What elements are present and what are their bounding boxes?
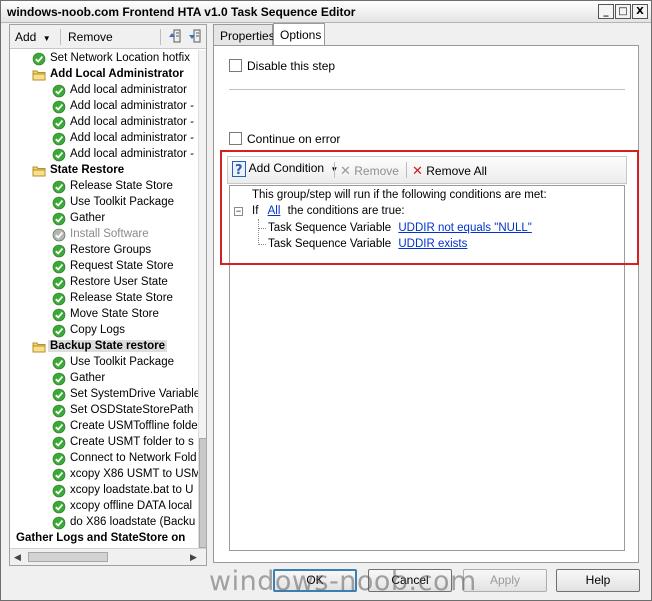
- folder-icon: [32, 342, 46, 353]
- toolbar-separator: [60, 29, 61, 45]
- check-icon: [52, 484, 66, 498]
- folder-icon: [32, 70, 46, 81]
- conditions-highlight-box: [220, 150, 639, 265]
- tree-item-label: Add local administrator -: [70, 116, 194, 128]
- window-title: windows-noob.com Frontend HTA v1.0 Task …: [7, 5, 356, 19]
- check-icon: [52, 308, 66, 322]
- tree-item-label: Copy Logs: [70, 324, 125, 336]
- scroll-right-arrow-icon[interactable]: ▶: [190, 552, 197, 563]
- disable-step-checkbox[interactable]: [229, 59, 242, 72]
- dropdown-arrow-icon: ▼: [42, 34, 51, 43]
- check-icon: [52, 324, 66, 338]
- check-icon: [52, 276, 66, 290]
- check-icon: [52, 500, 66, 514]
- tree-toolbar: Add ▼ Remove: [10, 25, 206, 49]
- check-icon: [52, 116, 66, 130]
- tree-item-label: Add local administrator -: [70, 148, 194, 160]
- check-icon: [52, 244, 66, 258]
- toolbar-separator: [160, 29, 161, 45]
- tree-item-label: Create USMToffline folde: [70, 420, 198, 432]
- tree-item-label: Use Toolkit Package: [70, 356, 174, 368]
- options-divider: [229, 89, 625, 90]
- check-icon: [52, 212, 66, 226]
- maximize-button[interactable]: □: [615, 4, 631, 19]
- check-icon: [52, 388, 66, 402]
- tree-item-label: Set OSDStateStorePath: [70, 404, 194, 416]
- tree-item-label: Gather: [70, 212, 106, 224]
- tree-item-label: Add local administrator -: [70, 132, 194, 144]
- add-menu-button[interactable]: Add ▼: [15, 30, 51, 44]
- continue-on-error-label: Continue on error: [247, 132, 341, 146]
- check-icon: [52, 132, 66, 146]
- check-icon: [32, 52, 46, 66]
- close-button[interactable]: X: [632, 4, 648, 19]
- check-icon: [52, 292, 66, 306]
- minimize-button[interactable]: _: [598, 4, 614, 19]
- horizontal-scroll-thumb[interactable]: [28, 552, 108, 562]
- watermark-text: windows-noob.com: [209, 566, 477, 597]
- tree-item-label: Restore User State: [70, 276, 168, 288]
- task-sequence-editor-window: windows-noob.com Frontend HTA v1.0 Task …: [0, 0, 652, 601]
- check-icon: [52, 452, 66, 466]
- task-sequence-tree-pane: Add ▼ Remove Set Network Location hotfix…: [9, 24, 207, 566]
- add-menu-label: Add: [15, 30, 37, 44]
- check-icon: [52, 100, 66, 114]
- scroll-left-arrow-icon[interactable]: ◀: [14, 552, 21, 563]
- title-bar: windows-noob.com Frontend HTA v1.0 Task …: [1, 1, 651, 23]
- tree-item-label: Request State Store: [70, 260, 174, 272]
- check-icon: [52, 84, 66, 98]
- tree-item-label: Add Local Administrator: [50, 68, 184, 80]
- move-down-icon[interactable]: [188, 29, 202, 43]
- check-icon: [52, 356, 66, 370]
- help-button[interactable]: Help: [556, 569, 640, 592]
- tree-item-label: Gather: [70, 372, 106, 384]
- tab-options[interactable]: Options: [273, 23, 325, 46]
- tab-properties[interactable]: Properties: [213, 24, 275, 45]
- tree-item-label: xcopy X86 USMT to USM: [70, 468, 198, 480]
- tree-item-label: Add local administrator: [70, 84, 187, 96]
- check-icon: [52, 516, 66, 530]
- folder-icon: [32, 166, 46, 177]
- tree-item-label: Release State Store: [70, 292, 173, 304]
- tree-vertical-scrollbar[interactable]: [198, 50, 207, 548]
- disable-step-label: Disable this step: [247, 59, 336, 73]
- check-icon: [52, 420, 66, 434]
- tree-horizontal-scrollbar[interactable]: ◀ ▶: [10, 548, 206, 565]
- check-icon: [52, 404, 66, 418]
- tree-item-label: Add local administrator -: [70, 100, 194, 112]
- move-up-icon[interactable]: [168, 29, 182, 43]
- tree-item-label: Move State Store: [70, 308, 159, 320]
- tree-item-label: Backup State restore: [48, 340, 168, 352]
- tree-item-label: Set SystemDrive Variable: [70, 388, 198, 400]
- continue-on-error-checkbox[interactable]: [229, 132, 242, 145]
- tree-item-label: Restore Groups: [70, 244, 152, 256]
- tree-item-label: Install Software: [70, 228, 149, 240]
- check-icon: [52, 196, 66, 210]
- task-sequence-tree: Set Network Location hotfix Add Local Adm…: [10, 50, 198, 572]
- tree-item-label: Connect to Network Fold: [70, 452, 197, 464]
- check-icon: [52, 180, 66, 194]
- tree-item-label: Create USMT folder to s: [70, 436, 194, 448]
- check-icon: [52, 260, 66, 274]
- vertical-scroll-thumb[interactable]: [199, 438, 207, 548]
- disabled-check-icon: [52, 228, 66, 242]
- check-icon: [52, 148, 66, 162]
- check-icon: [52, 372, 66, 386]
- tree-item-label: Release State Store: [70, 180, 173, 192]
- tree-item-label: do X86 loadstate (Backu: [70, 516, 196, 528]
- tree-item-label: State Restore: [50, 164, 125, 176]
- tree-item-label: Set Network Location hotfix: [50, 52, 190, 64]
- tree-item-label: xcopy loadstate.bat to U: [70, 484, 194, 496]
- tree-item-label: Gather Logs and StateStore on: [16, 532, 186, 544]
- check-icon: [52, 468, 66, 482]
- tree-item-label: xcopy offline DATA local: [70, 500, 193, 512]
- check-icon: [52, 436, 66, 450]
- remove-button[interactable]: Remove: [68, 30, 113, 44]
- tree-item-label: Use Toolkit Package: [70, 196, 174, 208]
